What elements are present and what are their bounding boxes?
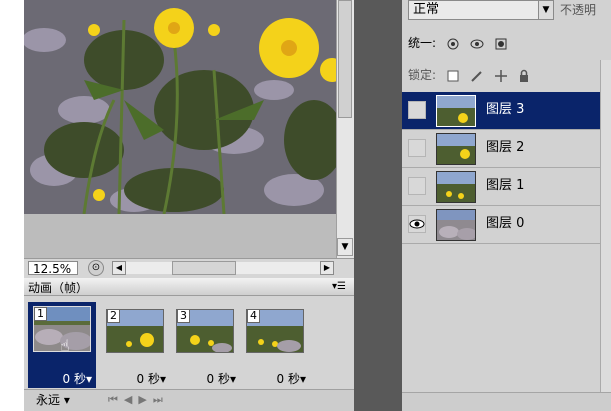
- horizontal-scroll-thumb[interactable]: [172, 261, 236, 275]
- frame-delay[interactable]: 0 秒▾: [104, 372, 166, 386]
- zoom-level-field[interactable]: 12.5%: [28, 261, 78, 276]
- unify-label: 统一:: [408, 36, 437, 50]
- animation-frame-1[interactable]: 1 ☝ 0 秒▾: [28, 302, 96, 388]
- lock-transparency-icon[interactable]: [446, 69, 460, 83]
- layer-row-2[interactable]: 图层 2: [402, 130, 602, 168]
- frame-number: 2: [107, 309, 120, 323]
- frame-number: 3: [177, 309, 190, 323]
- animation-frame-4[interactable]: 4 0 秒▾: [244, 305, 310, 391]
- lock-all-icon[interactable]: [517, 69, 531, 83]
- visibility-toggle[interactable]: [408, 101, 426, 119]
- layers-scrollbar[interactable]: [600, 60, 611, 392]
- animation-frame-3[interactable]: 3 0 秒▾: [174, 305, 240, 391]
- panel-separator: [354, 0, 402, 411]
- lock-label: 锁定:: [408, 68, 437, 82]
- unify-row: 统一:: [408, 34, 508, 52]
- lock-row: 锁定:: [408, 66, 531, 84]
- lock-pixels-brush-icon[interactable]: [470, 69, 484, 83]
- layer-name[interactable]: 图层 2: [486, 140, 524, 156]
- lock-position-move-icon[interactable]: [494, 69, 508, 83]
- hand-cursor-icon: ☝: [60, 336, 70, 355]
- eye-icon: [409, 219, 425, 229]
- layer-row-1[interactable]: 图层 1: [402, 168, 602, 206]
- unify-visibility-icon[interactable]: [470, 37, 484, 51]
- scroll-down-arrow-icon[interactable]: ▼: [337, 238, 353, 256]
- layers-panel-toolbar: [402, 392, 611, 411]
- frame-delay[interactable]: 0 秒▾: [244, 372, 306, 386]
- playback-controls[interactable]: ⏮◀▶⏭: [108, 393, 169, 407]
- unify-style-icon[interactable]: [494, 37, 508, 51]
- layer-name[interactable]: 图层 3: [486, 102, 524, 118]
- unify-position-icon[interactable]: [446, 37, 460, 51]
- visibility-toggle[interactable]: [408, 139, 426, 157]
- chevron-down-icon[interactable]: ▼: [538, 1, 553, 19]
- animation-toolbar: [24, 389, 354, 411]
- vertical-scroll-thumb[interactable]: [338, 0, 352, 118]
- layer-row-0[interactable]: 图层 0: [402, 206, 602, 244]
- frame-delay[interactable]: 0 秒▾: [174, 372, 236, 386]
- animation-tab[interactable]: 动画（帧）: [28, 280, 88, 296]
- document-canvas[interactable]: [24, 0, 336, 214]
- layer-thumbnail: [436, 95, 476, 127]
- scroll-left-arrow-icon[interactable]: ◀: [112, 261, 126, 275]
- flower-photo: [24, 0, 336, 214]
- left-margin: [0, 0, 24, 411]
- frame-number: 4: [247, 309, 260, 323]
- visibility-toggle[interactable]: [408, 177, 426, 195]
- layer-name[interactable]: 图层 0: [486, 216, 524, 232]
- status-menu-icon[interactable]: ⊙: [88, 260, 104, 276]
- layer-name[interactable]: 图层 1: [486, 178, 524, 194]
- animation-frame-2[interactable]: 2 0 秒▾: [104, 305, 170, 391]
- canvas-pasteboard: [24, 214, 336, 258]
- frame-delay[interactable]: 0 秒▾: [28, 372, 92, 386]
- visibility-toggle[interactable]: [408, 215, 426, 233]
- layer-list: 图层 3 图层 2 图层 1 图层 0: [402, 92, 602, 392]
- layer-thumbnail: [436, 209, 476, 241]
- loop-options-select[interactable]: 永远 ▾: [36, 392, 70, 408]
- frame-number: 1: [34, 307, 47, 321]
- layer-row-3[interactable]: 图层 3: [402, 92, 602, 130]
- panel-menu-icon[interactable]: ▾☰: [332, 280, 346, 294]
- layer-thumbnail: [436, 171, 476, 203]
- blend-mode-select[interactable]: 正常: [408, 0, 554, 20]
- opacity-label: 不透明: [560, 3, 597, 17]
- scroll-right-arrow-icon[interactable]: ▶: [320, 261, 334, 275]
- layer-thumbnail: [436, 133, 476, 165]
